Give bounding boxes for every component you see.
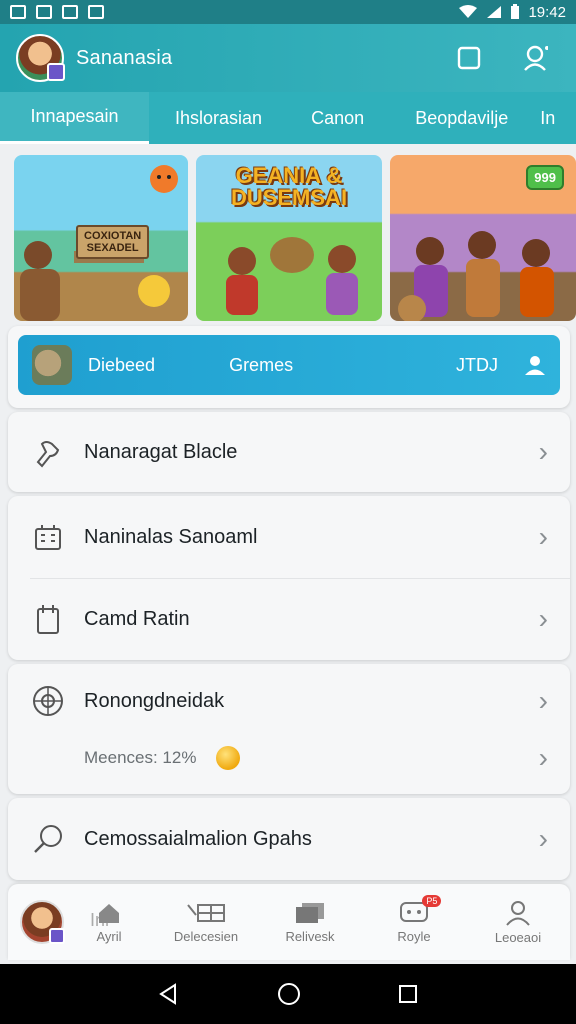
search-icon [30, 821, 66, 857]
grid-icon [187, 903, 225, 922]
nav-label: Leoeaoi [494, 929, 542, 945]
tab-beopdavilje[interactable]: Beopdavilje [387, 92, 536, 144]
chevron-right-icon: › [538, 823, 548, 854]
app-title: Sananasia [76, 46, 173, 69]
status-bar: 19:42 [0, 0, 576, 24]
battery-icon [511, 4, 520, 19]
chevron-right-icon: › [538, 685, 548, 716]
profile-avatar[interactable] [16, 34, 65, 82]
category-tabs: Innapesain Ihslorasian Canon Beopdavilje… [0, 92, 576, 144]
globe-icon [30, 683, 66, 719]
tab-canon[interactable]: Canon [288, 92, 387, 144]
user-search-button[interactable] [522, 45, 548, 71]
menu-item-label: Cemossaialmalion Gpahs [84, 827, 312, 850]
app-bar: Sananasia [0, 24, 576, 92]
system-nav-bar [0, 964, 576, 1024]
gallery-notification-icon [10, 5, 26, 19]
recents-icon[interactable] [397, 983, 419, 1005]
cards-icon [296, 902, 324, 923]
menu-item-naninalas[interactable]: Naninalas Sanoaml › [8, 496, 570, 578]
chevron-right-icon: › [538, 436, 548, 467]
nav-item-relivesk[interactable]: Relivesk [258, 901, 362, 944]
menu-item-cemossaialmalion[interactable]: Cemossaialmalion Gpahs › [8, 798, 570, 880]
promo-card: Diebeed Gremes JTDJ [8, 326, 570, 408]
back-icon[interactable] [157, 982, 181, 1006]
nav-item-delecesien[interactable]: Delecesien [154, 901, 258, 944]
chevron-right-icon: › [538, 603, 548, 634]
document-icon [30, 601, 66, 637]
banner-sign: COXIOTAN SEXADEL [76, 225, 150, 259]
person-icon [506, 900, 530, 926]
nav-item-home[interactable]: Ayril [64, 901, 154, 944]
banner-badge: 999 [526, 165, 564, 190]
fox-mascot-icon [150, 165, 178, 193]
menu-card-2: Naninalas Sanoaml › Camd Ratin › [8, 496, 570, 660]
hand-icon [30, 434, 66, 470]
nav-item-leoeaoi[interactable]: Leoeaoi [466, 900, 570, 945]
photo-notification-icon [62, 5, 78, 19]
nav-label: Relivesk [285, 928, 335, 944]
promo-center-label: Gremes [229, 354, 294, 375]
wifi-icon [459, 5, 478, 18]
signal-icon [487, 6, 502, 18]
promo-bar[interactable]: Diebeed Gremes JTDJ [18, 335, 560, 395]
menu-item-label: Camd Ratin [84, 607, 190, 630]
menu-subitem-meences[interactable]: Meences: 12% › [8, 730, 570, 786]
banner-characters-illustration [226, 237, 358, 315]
menu-item-ronongdneidak[interactable]: Ronongdneidak › [8, 664, 570, 738]
promo-left-label: Diebeed [88, 354, 156, 375]
menu-item-label: Nanaragat Blacle [84, 440, 238, 463]
banner-festival[interactable]: GEANIA & DUSEMSAI [196, 155, 382, 321]
nav-label: Delecesien [173, 928, 239, 944]
nav-label: Royle [397, 928, 431, 944]
banner-characters-illustration [398, 231, 554, 321]
tab-ihslorasian[interactable]: Ihslorasian [149, 92, 288, 144]
tab-innapesain[interactable]: Innapesain [0, 92, 149, 144]
home-circle-icon[interactable] [276, 981, 302, 1007]
menu-card-3: Ronongdneidak › Meences: 12% › [8, 664, 570, 794]
clock: 19:42 [528, 3, 566, 21]
person-icon [525, 356, 545, 375]
banner-title: GEANIA & DUSEMSAI [230, 163, 348, 210]
chevron-right-icon: › [538, 521, 548, 552]
tab-overflow[interactable]: In [536, 92, 576, 144]
nav-item-royle[interactable]: P5 Royle [362, 894, 466, 944]
nav-label: Ayril [96, 928, 122, 944]
mail-notification-icon [36, 5, 52, 19]
menu-item-label: Ronongdneidak [84, 689, 225, 712]
meences-label: Meences: 12% [84, 748, 197, 767]
notification-icons [10, 5, 104, 19]
chevron-right-icon: › [538, 742, 548, 773]
user-search-icon [524, 45, 548, 71]
menu-card-4: Cemossaialmalion Gpahs › [8, 798, 570, 880]
menu-card-1: Nanaragat Blacle › [8, 412, 570, 492]
square-button[interactable] [456, 45, 482, 71]
bottom-nav: Inr Ayril Delecesien Relivesk P5 Royle L… [8, 884, 570, 960]
home-icon [99, 903, 119, 923]
nav-avatar[interactable] [20, 900, 65, 944]
menu-item-label: Naninalas Sanoaml [84, 525, 258, 548]
square-icon [457, 46, 481, 70]
promo-right-label: JTDJ [456, 354, 498, 375]
building-icon [30, 519, 66, 555]
banner-adventure[interactable]: 999 [390, 155, 576, 321]
pet-thumbnail [32, 345, 72, 385]
menu-item-nanaragat[interactable]: Nanaragat Blacle › [8, 412, 570, 492]
banner-carousel: COXIOTAN SEXADEL GEANIA & DUSEMSAI 999 [14, 155, 576, 321]
notification-badge: P5 [422, 894, 442, 907]
banner-island[interactable]: COXIOTAN SEXADEL [14, 155, 188, 321]
menu-item-camd-ratin[interactable]: Camd Ratin › [8, 578, 570, 660]
coin-icon [216, 746, 241, 770]
message-notification-icon [88, 5, 104, 19]
